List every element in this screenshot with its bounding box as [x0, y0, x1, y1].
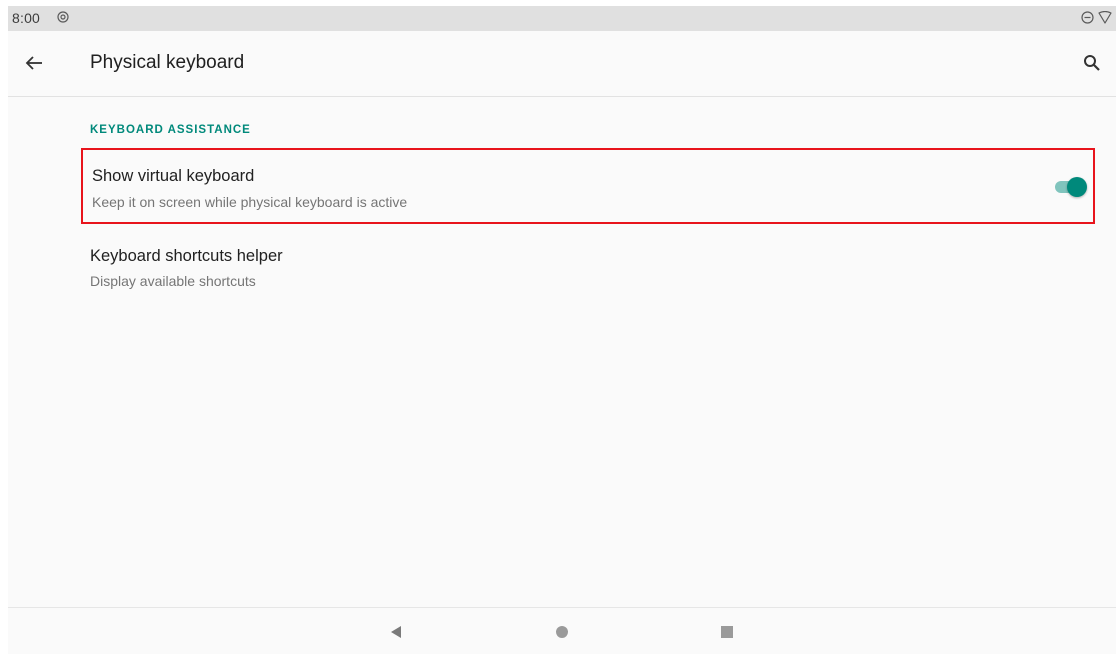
search-icon — [1084, 55, 1100, 71]
nav-home-icon — [556, 626, 568, 638]
show-virtual-keyboard-toggle[interactable] — [1055, 177, 1087, 197]
back-button[interactable] — [22, 51, 46, 75]
status-bar: 8:00 — [8, 6, 1116, 31]
dnd-icon — [1081, 11, 1094, 24]
pref-summary: Keep it on screen while physical keyboar… — [92, 194, 408, 210]
arrow-back-icon — [25, 56, 42, 70]
pref-summary: Display available shortcuts — [90, 273, 256, 289]
status-time: 8:00 — [12, 10, 41, 26]
keyboard-shortcuts-helper-item[interactable]: Keyboard shortcuts helper Display availa… — [81, 228, 1095, 304]
page-title: Physical keyboard — [90, 52, 245, 73]
device-screen: 8:00 Physical keyboard KEYBOARD ASSISTAN… — [8, 6, 1116, 654]
pref-title: Keyboard shortcuts helper — [90, 247, 283, 265]
show-virtual-keyboard-item[interactable]: Show virtual keyboard Keep it on screen … — [81, 148, 1095, 224]
pref-title: Show virtual keyboard — [92, 167, 255, 185]
wifi-icon — [1098, 11, 1112, 24]
nav-recents-button[interactable] — [717, 622, 737, 642]
nav-home-button[interactable] — [552, 622, 572, 642]
nav-back-button[interactable] — [386, 622, 406, 642]
nav-recents-icon — [721, 626, 733, 638]
navigation-bar — [8, 607, 1116, 654]
toggle-thumb — [1067, 177, 1087, 197]
search-button[interactable] — [1080, 51, 1104, 75]
at-sign-icon — [57, 11, 69, 23]
nav-back-icon — [391, 626, 401, 638]
section-header: KEYBOARD ASSISTANCE — [90, 124, 251, 136]
status-icons — [1081, 11, 1112, 24]
app-bar: Physical keyboard — [8, 31, 1116, 97]
